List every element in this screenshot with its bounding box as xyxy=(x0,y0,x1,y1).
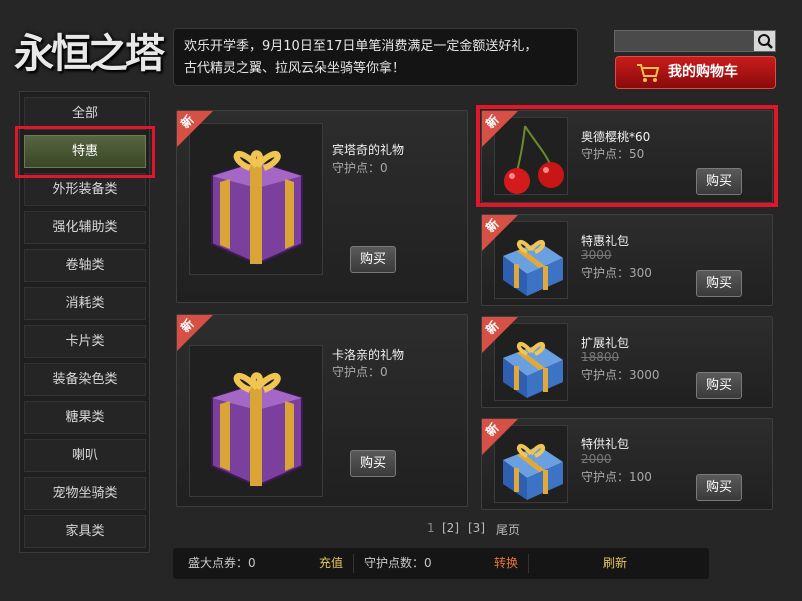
game-logo: 永恒之塔 xyxy=(14,30,165,77)
product-card: 新 特惠礼包 3000 守护点：300 购买 xyxy=(481,214,773,306)
new-badge: 新 xyxy=(482,111,518,147)
new-badge: 新 xyxy=(482,317,518,353)
buy-button[interactable]: 购买 xyxy=(696,168,742,195)
new-badge: 新 xyxy=(482,419,518,455)
guard-points-balance: 守护点数：0 xyxy=(364,556,432,570)
product-name: 特供礼包 xyxy=(581,437,630,451)
promotion-notice: 欢乐开学季，9月10日至17日单笔消费满足一定金额送好礼， 古代精灵之翼、拉风云… xyxy=(173,28,578,86)
shopping-cart-icon xyxy=(637,64,660,82)
my-cart-button[interactable]: 我的购物车 xyxy=(615,56,776,89)
product-card: 新 宾塔奇的礼物 守护点：0 购买 xyxy=(176,110,468,303)
search-button[interactable] xyxy=(753,31,775,51)
page-3-link[interactable]: [3] xyxy=(468,521,485,535)
product-thumbnail xyxy=(189,345,323,497)
search-box xyxy=(614,30,776,52)
product-price: 守护点：300 xyxy=(581,266,652,280)
buy-button[interactable]: 购买 xyxy=(350,246,396,273)
category-cards[interactable]: 卡片类 xyxy=(24,325,146,358)
category-enhancement[interactable]: 强化辅助类 xyxy=(24,211,146,244)
product-original-price: 2000 xyxy=(581,452,612,466)
recharge-link[interactable]: 充值 xyxy=(319,548,343,579)
category-scrolls[interactable]: 卷轴类 xyxy=(24,249,146,282)
product-original-price: 3000 xyxy=(581,248,612,262)
product-card: 新 扩展礼包 18800 守护点：3000 购买 xyxy=(481,316,773,408)
product-name: 扩展礼包 xyxy=(581,336,630,350)
category-megaphone[interactable]: 喇叭 xyxy=(24,439,146,472)
category-all[interactable]: 全部 xyxy=(24,97,146,130)
footer-divider xyxy=(353,554,354,573)
category-furniture[interactable]: 家具类 xyxy=(24,515,146,548)
product-card: 新 奥德樱桃*60 守护点：50 购买 xyxy=(481,110,773,203)
category-appearance-equipment[interactable]: 外形装备类 xyxy=(24,173,146,206)
category-candy[interactable]: 糖果类 xyxy=(24,401,146,434)
buy-button[interactable]: 购买 xyxy=(696,474,742,501)
page-current: 1 xyxy=(427,521,435,535)
category-special-offer[interactable]: 特惠 xyxy=(24,135,146,168)
new-badge: 新 xyxy=(482,215,518,251)
new-badge: 新 xyxy=(177,111,213,147)
product-card: 新 特供礼包 2000 守护点：100 购买 xyxy=(481,418,773,510)
product-name: 卡洛亲的礼物 xyxy=(332,348,405,362)
category-pets-mounts[interactable]: 宠物坐骑类 xyxy=(24,477,146,510)
search-icon xyxy=(758,34,773,49)
convert-link[interactable]: 转换 xyxy=(494,548,518,579)
notice-line-2: 古代精灵之翼、拉风云朵坐骑等你拿！ xyxy=(184,61,406,76)
product-price: 守护点：50 xyxy=(581,147,645,161)
product-price: 守护点：100 xyxy=(581,470,652,484)
buy-button[interactable]: 购买 xyxy=(696,270,742,297)
points-footer: 盛大点券：0 充值 守护点数：0 转换 刷新 xyxy=(173,548,709,579)
refresh-link[interactable]: 刷新 xyxy=(603,548,627,579)
product-name: 宾塔奇的礼物 xyxy=(332,143,405,157)
product-price: 守护点：0 xyxy=(332,161,388,175)
product-price: 守护点：3000 xyxy=(581,368,660,382)
page-2-link[interactable]: [2] xyxy=(442,521,459,535)
category-dyes[interactable]: 装备染色类 xyxy=(24,363,146,396)
notice-line-1: 欢乐开学季，9月10日至17日单笔消费满足一定金额送好礼， xyxy=(184,39,538,54)
product-original-price: 18800 xyxy=(581,350,620,364)
cart-label: 我的购物车 xyxy=(668,64,738,80)
product-card: 新 卡洛亲的礼物 守护点：0 购买 xyxy=(176,314,468,507)
coupon-balance: 盛大点券：0 xyxy=(188,556,256,570)
product-price: 守护点：0 xyxy=(332,365,388,379)
page-last-link[interactable]: 尾页 xyxy=(496,521,520,538)
footer-divider xyxy=(528,554,529,573)
search-input[interactable] xyxy=(615,31,753,51)
buy-button[interactable]: 购买 xyxy=(696,372,742,399)
purple-gift-box-icon xyxy=(211,372,303,488)
category-consumables[interactable]: 消耗类 xyxy=(24,287,146,320)
product-name: 特惠礼包 xyxy=(581,234,630,248)
new-badge: 新 xyxy=(177,315,213,351)
product-name: 奥德樱桃*60 xyxy=(581,130,651,144)
buy-button[interactable]: 购买 xyxy=(350,450,396,477)
category-sidebar: 全部 特惠 外形装备类 强化辅助类 卷轴类 消耗类 卡片类 装备染色类 糖果类 … xyxy=(19,91,150,553)
